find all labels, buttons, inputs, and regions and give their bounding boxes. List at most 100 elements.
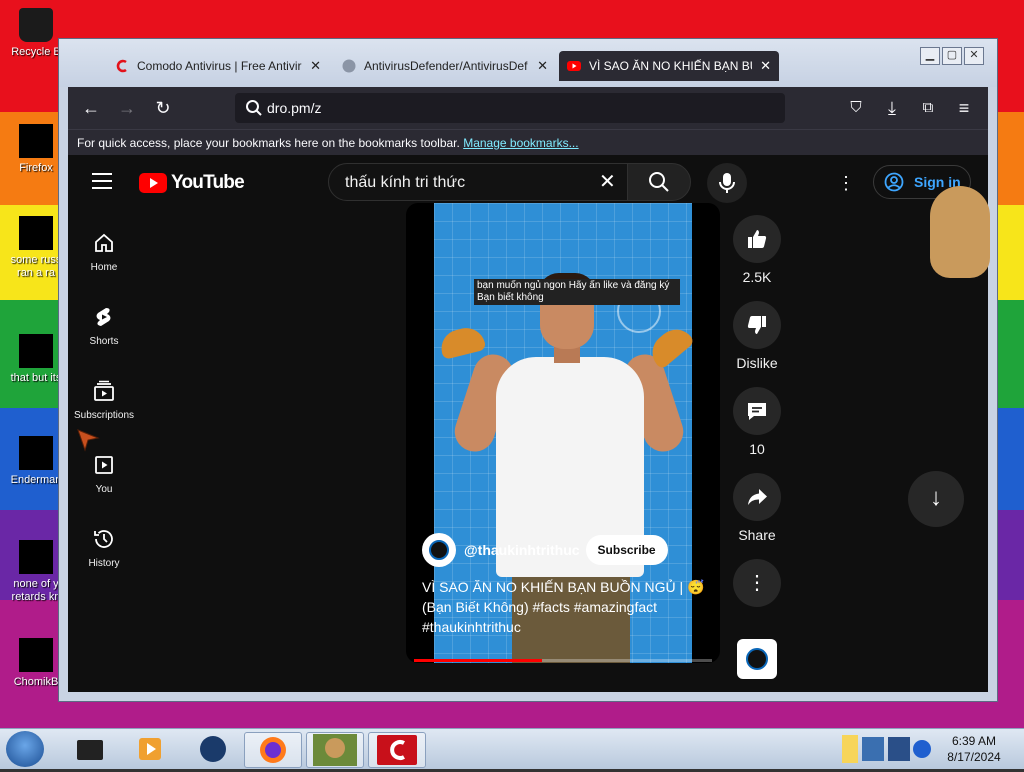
like-button[interactable]	[733, 215, 781, 263]
tab-comodo[interactable]: Comodo Antivirus | Free Antivir ✕	[107, 51, 329, 81]
comodo-icon	[377, 735, 417, 765]
guide-sidebar: Home Shorts Subscriptions You History	[68, 219, 140, 589]
file-icon	[19, 216, 53, 250]
shorts-player[interactable]: bạn muốn ngủ ngon Hãy ấn like và đăng ký…	[406, 203, 720, 663]
firefox-icon	[19, 124, 53, 158]
start-button[interactable]	[6, 731, 44, 767]
subscribe-button[interactable]: Subscribe	[585, 535, 668, 565]
taskbar-app-comodo[interactable]	[368, 732, 426, 768]
browser-toolbar: ← → ↻ dro.pm/z ⛉ ⤓ ⧉ ≡ For quick access,…	[68, 87, 988, 156]
reload-button[interactable]: ↻	[150, 95, 176, 121]
account-icon	[884, 172, 904, 192]
close-tab-icon[interactable]: ✕	[310, 58, 321, 74]
tab-youtube[interactable]: VÌ SAO ĂN NO KHIẾN BẠN BUỒ ✕	[559, 51, 779, 81]
pocket-icon[interactable]: ⛉	[843, 95, 869, 121]
voice-search-button[interactable]	[707, 163, 747, 203]
guide-item-shorts[interactable]: Shorts	[68, 293, 140, 367]
menu-icon[interactable]: ≡	[951, 95, 977, 121]
guide-item-label: History	[88, 558, 120, 569]
maximize-button[interactable]: ▢	[942, 47, 962, 65]
url-bar[interactable]: dro.pm/z	[235, 93, 785, 123]
share-label: Share	[738, 527, 776, 543]
github-icon	[342, 59, 356, 73]
guide-item-you[interactable]: You	[68, 441, 140, 515]
dislike-button[interactable]	[733, 301, 781, 349]
you-icon	[95, 456, 113, 474]
taskbar: 6:39 AM 8/17/2024	[0, 728, 1024, 769]
taskbar-app-firefox[interactable]	[244, 732, 302, 768]
tab-title: VÌ SAO ĂN NO KHIẾN BẠN BUỒ	[589, 59, 753, 73]
system-tray	[840, 731, 934, 767]
search-icon	[246, 100, 262, 116]
guide-menu-icon[interactable]	[92, 173, 112, 189]
globe-icon	[200, 736, 226, 762]
history-icon	[94, 530, 113, 548]
like-count: 2.5K	[742, 269, 772, 285]
video-title[interactable]: VÌ SAO ĂN NO KHIẾN BẠN BUỒN NGỦ | 😴 (Bạn…	[422, 577, 712, 637]
settings-menu-icon[interactable]: ⋮	[836, 173, 856, 193]
youtube-page: YouTube thấu kính tri thức ✕ ⋮ Sign in H…	[68, 155, 988, 692]
chomikbox-icon	[19, 638, 53, 672]
progress-fill	[414, 659, 543, 662]
arrow-down-icon: ↓	[930, 484, 942, 511]
subscriptions-icon	[94, 380, 114, 401]
guide-item-home[interactable]: Home	[68, 219, 140, 293]
taskbar-app-terminal[interactable]	[62, 732, 118, 766]
downloads-icon[interactable]: ⤓	[879, 95, 905, 121]
guide-item-history[interactable]: History	[68, 515, 140, 589]
clear-search-icon[interactable]: ✕	[599, 172, 616, 192]
youtube-icon	[567, 61, 581, 71]
dislike-action: Dislike	[730, 301, 784, 371]
comment-icon	[748, 403, 766, 420]
clock-date: 8/17/2024	[947, 750, 1001, 764]
close-tab-icon[interactable]: ✕	[537, 58, 548, 74]
search-input[interactable]: thấu kính tri thức ✕	[328, 163, 628, 201]
guide-item-label: Shorts	[89, 336, 119, 347]
like-action: 2.5K	[730, 215, 784, 285]
tab-title: AntivirusDefender/AntivirusDef	[364, 59, 528, 73]
next-video-button[interactable]: ↓	[908, 471, 964, 527]
video-caption-line: bạn muốn ngủ ngon Hãy ấn like và đăng ký	[477, 280, 670, 291]
taskbar-app-globe[interactable]	[185, 732, 241, 766]
firefox-icon	[260, 737, 286, 763]
file-icon	[19, 436, 53, 470]
guide-item-label: You	[95, 484, 113, 495]
back-button[interactable]: ←	[78, 95, 104, 121]
manage-bookmarks-link[interactable]: Manage bookmarks...	[463, 136, 578, 150]
url-text: dro.pm/z	[267, 100, 322, 116]
youtube-logo-text: YouTube	[171, 172, 245, 193]
taskbar-app-media-player[interactable]	[122, 732, 178, 766]
burger-graphic	[437, 324, 487, 360]
minimize-button[interactable]: ▁	[920, 47, 940, 65]
hamster-sticker	[930, 186, 990, 278]
mouse-cursor-icon	[77, 429, 100, 452]
terminal-icon	[77, 740, 103, 760]
close-tab-icon[interactable]: ✕	[760, 58, 771, 74]
clock-time: 6:39 AM	[951, 734, 997, 748]
progress-bar[interactable]	[414, 659, 712, 662]
guide-item-label: Home	[90, 262, 118, 273]
more-options-icon[interactable]: ⋮	[733, 559, 781, 607]
recycle-bin-icon	[19, 8, 53, 42]
comments-action: 10	[730, 387, 784, 457]
channel-avatar[interactable]	[422, 533, 456, 567]
file-icon	[19, 334, 53, 368]
taskbar-clock[interactable]: 6:39 AM 8/17/2024	[938, 733, 1010, 765]
extensions-icon[interactable]: ⧉	[915, 95, 941, 121]
chomikbox-icon	[313, 734, 357, 766]
bookmarks-hint: For quick access, place your bookmarks h…	[77, 136, 460, 150]
channel-thumbnail[interactable]	[737, 639, 777, 679]
youtube-logo[interactable]: YouTube	[139, 172, 245, 194]
search-icon	[649, 172, 669, 192]
browser-window: Comodo Antivirus | Free Antivir ✕ Antivi…	[58, 38, 998, 702]
tab-strip: Comodo Antivirus | Free Antivir ✕ Antivi…	[59, 39, 997, 87]
tab-github[interactable]: AntivirusDefender/AntivirusDef ✕	[334, 51, 556, 81]
channel-name[interactable]: @thaukinhtrithuc	[464, 542, 580, 558]
forward-button[interactable]: →	[114, 95, 140, 121]
more-action: ⋮	[730, 559, 784, 607]
taskbar-app-chomikbox[interactable]	[306, 732, 364, 768]
share-button[interactable]	[733, 473, 781, 521]
search-button[interactable]	[627, 163, 691, 201]
comments-button[interactable]	[733, 387, 781, 435]
close-window-button[interactable]: ✕	[964, 47, 984, 65]
